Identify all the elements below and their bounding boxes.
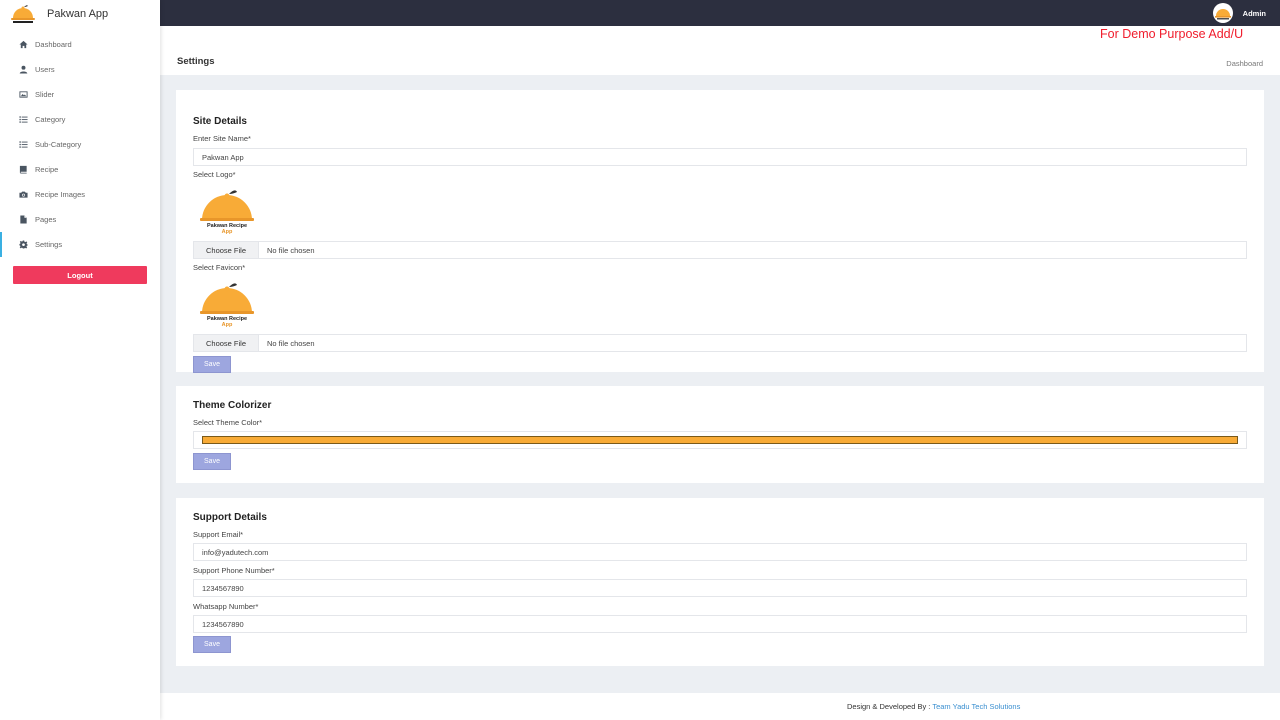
support-phone-label: Support Phone Number* [193,566,275,575]
logout-button[interactable]: Logout [13,266,147,284]
file-status: No file chosen [267,338,315,348]
sidebar-item-recipe-images[interactable]: Recipe Images [0,182,160,207]
favicon-label: Select Favicon* [193,263,246,272]
sidebar-item-label: Category [35,115,66,124]
camera-icon [19,190,28,199]
user-menu[interactable]: Admin [1212,3,1266,23]
page-title: Settings [177,56,215,67]
save-button[interactable]: Save [193,453,231,470]
logo-text: App [222,322,233,328]
sidebar-item-sub-category[interactable]: Sub-Category [0,132,160,157]
sidebar-item-label: Pages [35,215,57,224]
user-icon [19,65,28,74]
sidebar-item-label: Users [35,65,55,74]
sidebar-item-users[interactable]: Users [0,57,160,82]
card-title: Site Details [193,116,247,127]
breadcrumb[interactable]: Dashboard [1226,59,1263,68]
main-content: Site Details Enter Site Name* Pakwan App… [160,75,1280,693]
footer-text: Design & Developed By : Team Yadu Tech S… [847,702,1020,711]
gear-icon [19,240,28,249]
logo-label: Select Logo* [193,170,236,179]
whatsapp-label: Whatsapp Number* [193,602,259,611]
favicon-file-input[interactable]: Choose File No file chosen [193,334,1247,352]
support-details-card: Support Details Support Email* info@yadu… [176,498,1264,666]
app-name: Pakwan App [47,7,109,20]
theme-color-label: Select Theme Color* [193,418,263,427]
home-icon [19,40,28,49]
favicon-preview: Pakwan Recipe App [198,280,256,330]
file-status: No file chosen [267,245,315,255]
sidebar-item-slider[interactable]: Slider [0,82,160,107]
sidebar-item-label: Recipe Images [35,190,86,199]
whatsapp-field[interactable]: 1234567890 [193,615,1247,633]
site-name-field[interactable]: Pakwan App [193,148,1247,166]
theme-color-picker[interactable] [193,431,1247,449]
sidebar-item-settings[interactable]: Settings [0,232,160,257]
logo-preview: Pakwan Recipe App [198,187,256,237]
theme-colorizer-card: Theme Colorizer Select Theme Color* Save [176,386,1264,483]
sidebar-nav: Dashboard Users Slider Category Sub-Cate… [0,32,160,257]
brand[interactable]: Pakwan App [0,0,160,27]
list-icon [19,140,28,149]
support-email-field[interactable]: info@yadutech.com [193,543,1247,561]
book-icon [19,165,28,174]
color-swatch [202,436,1238,444]
favicon-image-icon: Pakwan Recipe App [200,283,254,328]
card-title: Support Details [193,512,267,523]
sidebar-item-label: Sub-Category [35,140,82,149]
demo-banner: For Demo Purpose Add/U [1100,27,1244,41]
page-header: Settings Dashboard [160,45,1280,75]
save-button[interactable]: Save [193,636,231,653]
card-title: Theme Colorizer [193,400,272,411]
save-button[interactable]: Save [193,356,231,373]
sidebar-item-recipe[interactable]: Recipe [0,157,160,182]
site-name-label: Enter Site Name* [193,134,251,143]
sidebar-item-category[interactable]: Category [0,107,160,132]
topbar: Admin [160,0,1280,26]
file-icon [19,215,28,224]
logo-text: App [222,229,233,235]
support-phone-field[interactable]: 1234567890 [193,579,1247,597]
image-icon [19,90,28,99]
sidebar-item-label: Settings [35,240,63,249]
site-details-card: Site Details Enter Site Name* Pakwan App… [176,90,1264,373]
sidebar-item-dashboard[interactable]: Dashboard [0,32,160,57]
footer-credit: Design & Developed By : [847,702,931,711]
logo-image-icon: Pakwan Recipe App [200,190,254,235]
footer: Design & Developed By : Team Yadu Tech S… [160,693,1280,720]
sidebar: Pakwan App Dashboard Users Slider Catego… [0,0,160,720]
sidebar-item-label: Slider [35,90,55,99]
support-email-label: Support Email* [193,530,244,539]
choose-file-button[interactable]: Choose File [194,242,259,258]
sidebar-item-pages[interactable]: Pages [0,207,160,232]
list-icon [19,115,28,124]
user-name: Admin [1242,8,1266,18]
sidebar-item-label: Dashboard [35,40,72,49]
avatar [1212,3,1233,23]
choose-file-button[interactable]: Choose File [194,335,259,351]
sidebar-item-label: Recipe [35,165,59,174]
app-logo-icon [11,4,35,23]
footer-link[interactable]: Team Yadu Tech Solutions [932,702,1020,711]
logo-file-input[interactable]: Choose File No file chosen [193,241,1247,259]
